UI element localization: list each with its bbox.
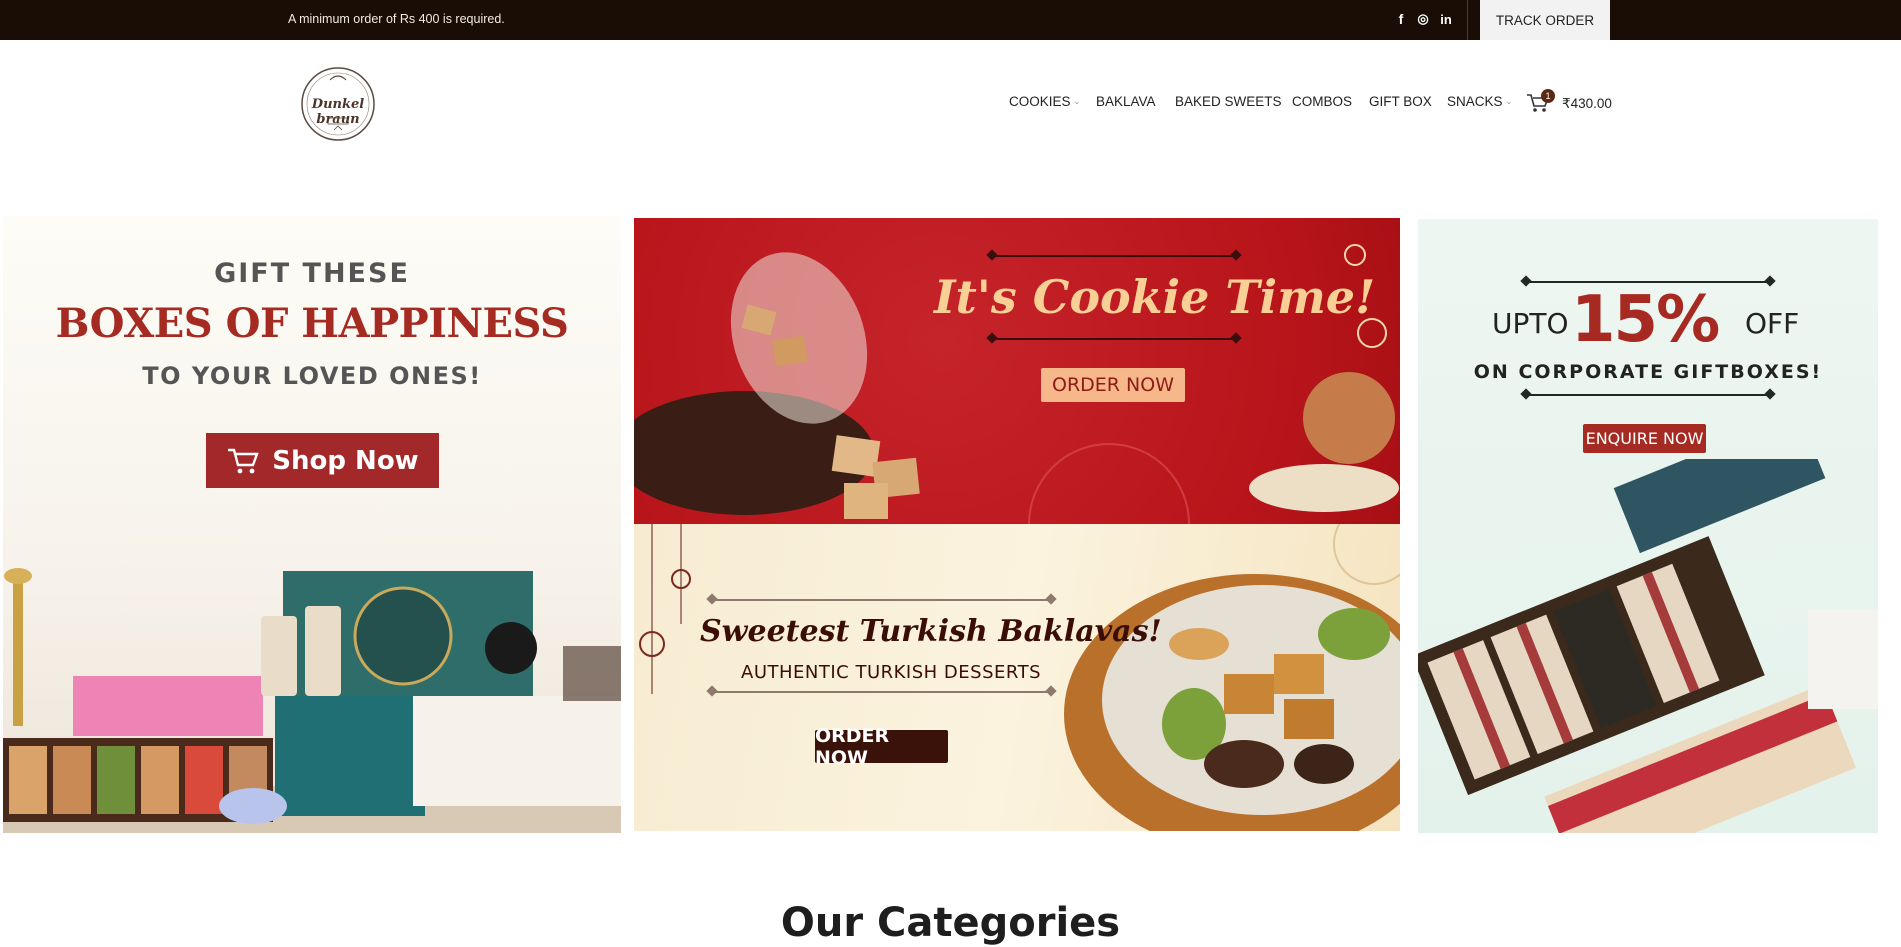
cookie-banner-title: It's Cookie Time! (934, 270, 1376, 324)
gift-banner-line3: TO YOUR LOVED ONES! (142, 362, 482, 390)
section-title-categories: Our Categories (780, 900, 1121, 946)
shop-now-button[interactable]: Shop Now (206, 433, 439, 488)
nav-item-label: BAKED SWEETS (1175, 94, 1282, 109)
offer-percent: 15% (1571, 283, 1720, 357)
gift-boxes-banner[interactable]: GIFT THESE BOXES OF HAPPINESS TO YOUR LO… (3, 216, 621, 833)
enquire-now-button[interactable]: ENQUIRE NOW (1583, 424, 1706, 453)
nav-item-label: COMBOS (1292, 94, 1353, 109)
nav-item-gift-box[interactable]: GIFT BOX (1369, 94, 1432, 109)
chevron-down-icon: ⌄ (1073, 97, 1081, 106)
baklava-banner[interactable]: Sweetest Turkish Baklavas! AUTHENTIC TUR… (634, 524, 1400, 831)
topbar-divider (1467, 0, 1468, 40)
baklava-banner-subtitle: AUTHENTIC TURKISH DESSERTS (741, 662, 1041, 683)
nav-item-label: SNACKS (1447, 94, 1503, 109)
ornament-divider (994, 338, 1234, 340)
baklava-order-now-button[interactable]: ORDER NOW (815, 725, 948, 769)
offer-upto-text: UPTO (1492, 307, 1569, 340)
gift-boxes-image (3, 568, 621, 833)
nav-item-label: COOKIES (1009, 94, 1071, 109)
gift-banner-headline: BOXES OF HAPPINESS (55, 300, 569, 347)
baklava-banner-title: Sweetest Turkish Baklavas! (700, 614, 1162, 649)
nav-item-baked-sweets[interactable]: BAKED SWEETS (1175, 94, 1282, 109)
corporate-offer-line: ON CORPORATE GIFTBOXES! (1473, 361, 1823, 383)
offer-off-text: OFF (1745, 307, 1800, 340)
corporate-giftboxes-image (1418, 459, 1878, 833)
ornament-divider (714, 599, 1049, 601)
chevron-down-icon: ⌄ (1505, 97, 1513, 106)
shop-now-label: Shop Now (272, 445, 419, 476)
nav-item-label: GIFT BOX (1369, 94, 1432, 109)
nav-item-baklava[interactable]: BAKLAVA (1096, 94, 1156, 109)
facebook-icon[interactable]: f (1390, 8, 1412, 30)
nav-item-snacks[interactable]: SNACKS ⌄ (1447, 94, 1512, 109)
logo-text: Dunkel braun (311, 97, 365, 127)
cart-icon (228, 448, 260, 473)
ornament-divider (714, 691, 1049, 693)
corporate-giftbox-banner[interactable]: UPTO 15% OFF ON CORPORATE GIFTBOXES! ENQ… (1418, 219, 1878, 833)
ornament-divider (994, 255, 1234, 257)
nav-item-cookies[interactable]: COOKIES ⌄ (1009, 94, 1080, 109)
ornament-divider (1528, 394, 1768, 396)
nav-item-combos[interactable]: COMBOS (1292, 94, 1352, 109)
nav-item-label: BAKLAVA (1096, 94, 1156, 109)
min-order-notice: A minimum order of Rs 400 is required. (288, 12, 505, 26)
cart-total[interactable]: ₹430.00 (1562, 96, 1612, 112)
cookie-jar-image (634, 244, 1399, 524)
linkedin-icon[interactable]: in (1435, 8, 1457, 30)
cookie-order-now-button[interactable]: ORDER NOW (1041, 368, 1185, 402)
cart-count-badge: 1 (1541, 89, 1555, 103)
instagram-icon[interactable]: ◎ (1412, 8, 1434, 30)
top-bar: A minimum order of Rs 400 is required. f… (0, 0, 1901, 40)
track-order-button[interactable]: TRACK ORDER (1480, 0, 1610, 40)
gift-banner-line1: GIFT THESE (214, 258, 410, 289)
cookie-time-banner[interactable]: It's Cookie Time! ORDER NOW (634, 218, 1400, 524)
